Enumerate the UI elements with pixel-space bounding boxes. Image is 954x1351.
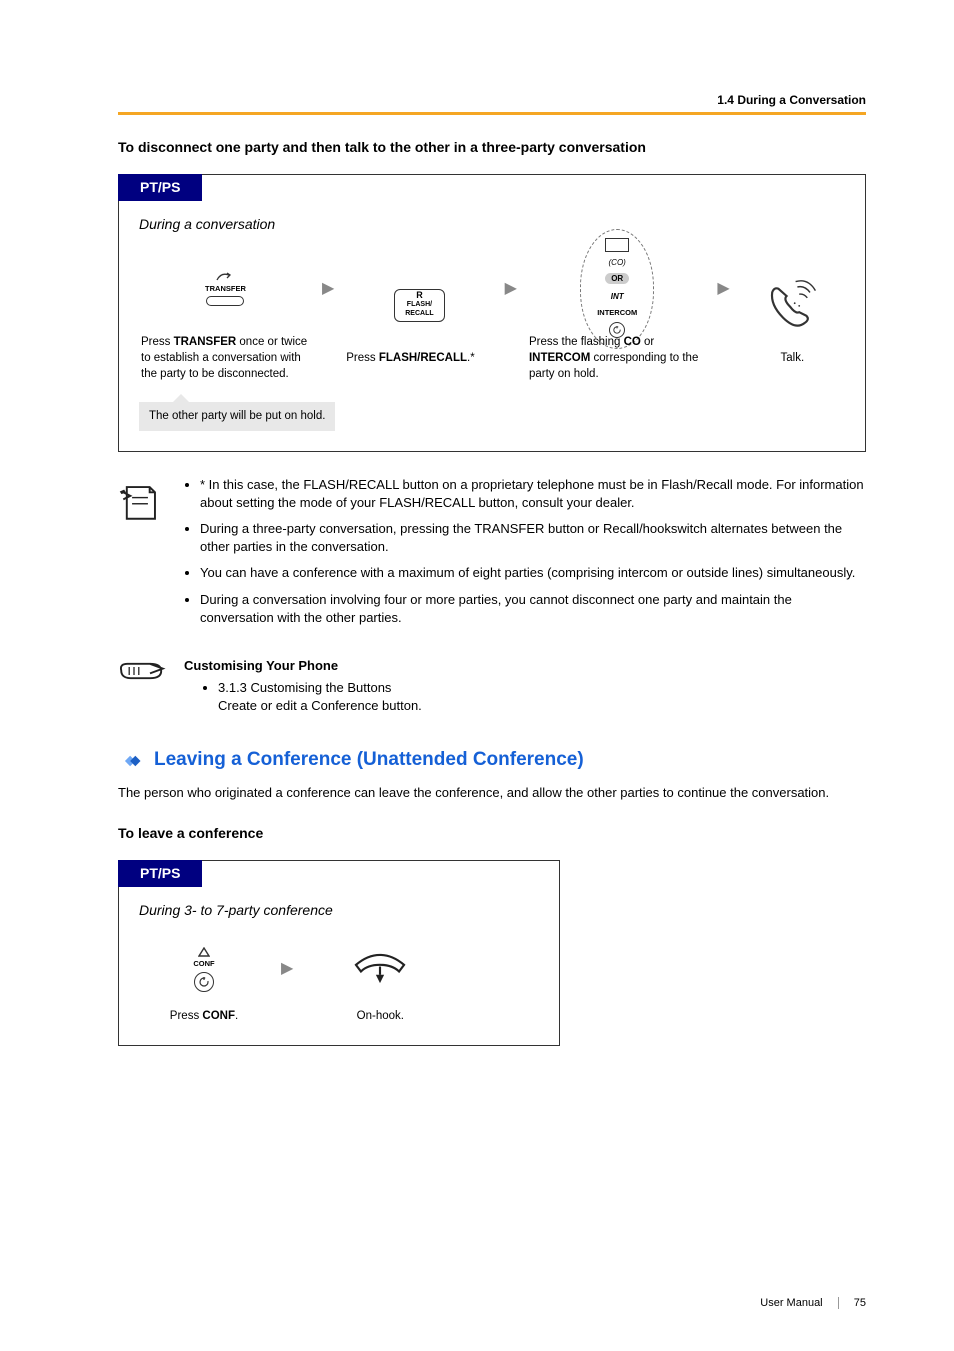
note-item: You can have a conference with a maximum… [200,564,866,582]
or-pill: OR [605,273,629,284]
arrow-icon: ▶ [318,278,338,300]
onhook-icon [351,951,409,987]
section2-intro: The person who originated a conference c… [118,784,866,802]
section-head-leaving: Leaving a Conference (Unattended Confere… [118,747,866,774]
subheading-disconnect: To disconnect one party and then talk to… [118,138,866,158]
flow-title: PT/PS [118,860,202,888]
co-key-icon [605,238,629,252]
subheading-leave: To leave a conference [118,824,866,844]
arrow-icon: ▶ [713,278,733,300]
footer-page: 75 [854,1297,866,1309]
header-rule [118,112,866,115]
customising-block: Customising Your Phone 3.1.3 Customising… [118,657,866,716]
note-item: * In this case, the FLASH/RECALL button … [200,476,866,512]
note-item: During a three-party conversation, press… [200,520,866,556]
arrow-icon: ▶ [501,278,521,300]
flow-context: During a conversation [139,215,845,235]
leave-step2-caption: On-hook. [305,1008,455,1024]
leave-step1-caption: Press CONF. [139,1008,269,1024]
triangle-icon [198,947,210,957]
transfer-arrow-icon [215,272,235,282]
breadcrumb: 1.4 During a Conversation [717,92,866,109]
flow-leave: PT/PS During 3- to 7-party conference CO… [118,860,560,1046]
pointing-hand-icon [118,657,166,685]
flow-context: During 3- to 7-party conference [139,901,539,921]
conf-key-label: CONF [193,959,214,970]
flash-recall-key-icon: R FLASH/ RECALL [394,289,444,322]
footer-label: User Manual [760,1297,822,1309]
note-icon [118,480,162,524]
step1-caption: Press TRANSFER once or twice to establis… [139,334,312,382]
step3-caption: Press the flashing CO or INTERCOM corres… [527,334,707,382]
conf-key-icon [194,972,214,992]
co-intercom-bubble: (CO) OR INT INTERCOM [580,229,654,349]
customising-item: 3.1.3 Customising the Buttons Create or … [218,679,866,715]
page-footer: User Manual 75 [760,1296,866,1311]
flow-disconnect: PT/PS During a conversation TRANSFER [118,174,866,452]
note-item: During a conversation involving four or … [200,591,866,627]
section-title: Leaving a Conference (Unattended Confere… [154,747,584,774]
transfer-key-label: TRANSFER [205,284,246,295]
notes-block: * In this case, the FLASH/RECALL button … [118,476,866,635]
arrow-icon: ▶ [277,958,297,980]
customising-title: Customising Your Phone [184,657,866,675]
step4-caption: Talk. [740,350,845,366]
step2-caption: Press FLASH/RECALL.* [344,350,494,366]
handset-talk-icon [765,278,819,332]
transfer-key-icon [206,296,244,306]
diamond-bullet-icon [118,752,144,770]
hold-note: The other party will be put on hold. [139,402,335,430]
flow-title: PT/PS [118,174,202,202]
